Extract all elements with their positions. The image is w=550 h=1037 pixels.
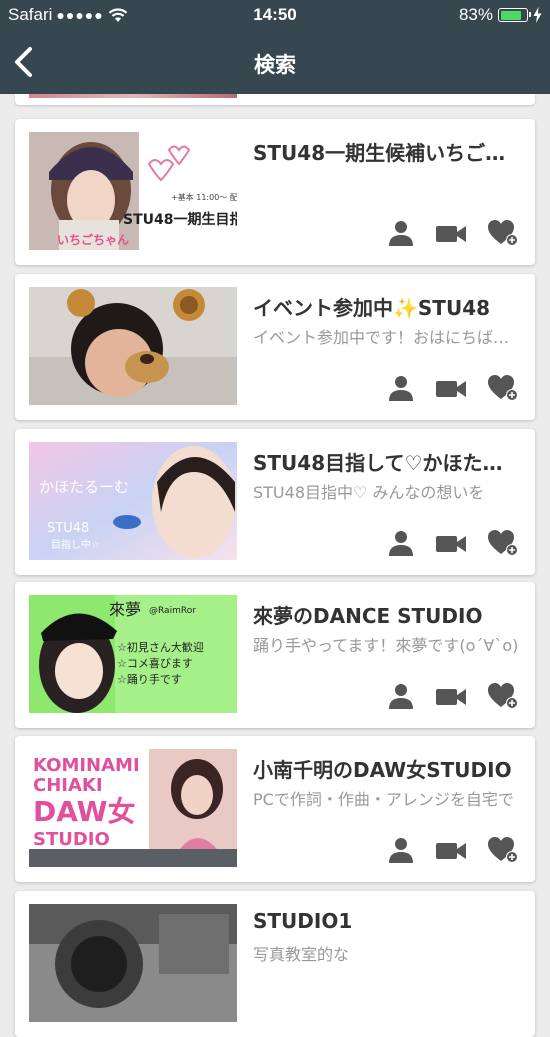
result-title[interactable]: 來夢のDANCE STUDIO bbox=[253, 600, 521, 629]
thumbnail-caption: STUDIO bbox=[33, 829, 110, 850]
result-description: STU48目指中♡ みんなの想いを bbox=[253, 483, 485, 502]
video-camera-icon[interactable] bbox=[435, 682, 467, 710]
result-description: 写真教室的な bbox=[253, 945, 350, 964]
result-card[interactable]: KOMINAMI CHIAKI DAW女 STUDIO 小南千明のDAW女STU… bbox=[15, 736, 535, 882]
video-camera-icon[interactable] bbox=[435, 529, 467, 557]
person-icon[interactable] bbox=[387, 529, 415, 557]
favorite-add-icon[interactable] bbox=[487, 836, 519, 864]
charging-bolt-icon bbox=[533, 7, 542, 23]
person-icon[interactable] bbox=[387, 836, 415, 864]
person-icon[interactable] bbox=[387, 374, 415, 402]
action-icons bbox=[387, 374, 527, 406]
action-icons bbox=[387, 529, 527, 561]
thumbnail-caption: DAW女 bbox=[33, 795, 136, 828]
result-description: PCで作詞・作曲・アレンジを自宅で bbox=[253, 790, 514, 809]
favorite-add-icon[interactable] bbox=[487, 374, 519, 402]
video-camera-icon[interactable] bbox=[435, 374, 467, 402]
action-icons bbox=[387, 836, 527, 868]
thumbnail[interactable] bbox=[29, 904, 237, 1022]
result-card[interactable]: STU48一期生目指し いちごちゃん +基本 11:00〜 配 STU48一期生… bbox=[15, 119, 535, 265]
video-camera-icon[interactable] bbox=[435, 219, 467, 247]
result-description: イベント参加中です！おはにちばんは bbox=[253, 328, 519, 347]
result-card[interactable]: 來夢 @RaimRor ☆初見さん大歓迎 ☆コメ喜びます ☆踊り手です 來夢のD… bbox=[15, 582, 535, 728]
thumbnail[interactable]: STU48一期生目指し いちごちゃん +基本 11:00〜 配 bbox=[29, 132, 237, 250]
thumbnail-caption: STU48一期生目指し bbox=[123, 211, 237, 228]
person-icon[interactable] bbox=[387, 219, 415, 247]
result-card[interactable]: イベント参加中✨STU48 イベント参加中です！おはにちばんは bbox=[15, 274, 535, 420]
thumbnail-caption: 目指し中☆ bbox=[51, 538, 100, 551]
thumbnail-caption: かほたるーむ bbox=[39, 478, 129, 496]
video-camera-icon[interactable] bbox=[435, 836, 467, 864]
thumbnail-caption: STU48 bbox=[47, 521, 89, 536]
thumbnail-caption: 來夢 bbox=[109, 600, 141, 619]
battery-level bbox=[500, 10, 522, 20]
favorite-add-icon[interactable] bbox=[487, 529, 519, 557]
status-bar: Safari ●●●●● 14:50 83% bbox=[0, 0, 550, 32]
result-card-partial[interactable] bbox=[15, 94, 535, 105]
thumbnail-caption: ☆踊り手です bbox=[117, 672, 182, 686]
thumbnail-caption: KOMINAMI bbox=[33, 755, 140, 776]
action-icons bbox=[387, 219, 527, 251]
navigation-bar: 検索 bbox=[0, 32, 550, 94]
favorite-add-icon[interactable] bbox=[487, 219, 519, 247]
thumbnail[interactable]: かほたるーむ STU48 目指し中☆ bbox=[29, 442, 237, 560]
result-title[interactable]: STU48一期生候補いちごちゃん bbox=[253, 137, 521, 166]
thumbnail-partial bbox=[29, 94, 237, 98]
result-card[interactable]: かほたるーむ STU48 目指し中☆ STU48目指して♡かほたるーむ STU4… bbox=[15, 429, 535, 575]
thumbnail-caption: ☆コメ喜びます bbox=[117, 657, 193, 670]
result-title[interactable]: STU48目指して♡かほたるーむ bbox=[253, 447, 521, 476]
thumbnail-caption: @RaimRor bbox=[149, 606, 196, 616]
favorite-add-icon[interactable] bbox=[487, 682, 519, 710]
thumbnail-caption: CHIAKI bbox=[33, 775, 103, 796]
action-icons bbox=[387, 682, 527, 714]
result-title[interactable]: STUDIO1 bbox=[253, 909, 521, 933]
thumbnail[interactable]: 來夢 @RaimRor ☆初見さん大歓迎 ☆コメ喜びます ☆踊り手です bbox=[29, 595, 237, 713]
battery-percent: 83% bbox=[458, 5, 493, 24]
thumbnail[interactable]: KOMINAMI CHIAKI DAW女 STUDIO bbox=[29, 749, 237, 867]
result-card[interactable]: STUDIO1 写真教室的な bbox=[15, 891, 535, 1037]
result-description: 踊り手やってます！來夢です(o´∀`o) bbox=[253, 636, 519, 655]
thumbnail-caption: いちごちゃん bbox=[57, 232, 129, 247]
thumbnail-caption: +基本 11:00〜 配 bbox=[171, 192, 237, 202]
page-title: 検索 bbox=[254, 53, 296, 77]
result-title[interactable]: イベント参加中✨STU48 bbox=[253, 292, 521, 321]
person-icon[interactable] bbox=[387, 682, 415, 710]
result-title[interactable]: 小南千明のDAW女STUDIO bbox=[253, 754, 521, 783]
thumbnail-caption: ☆初見さん大歓迎 bbox=[117, 640, 204, 654]
battery-icon bbox=[498, 8, 531, 22]
thumbnail[interactable] bbox=[29, 287, 237, 405]
